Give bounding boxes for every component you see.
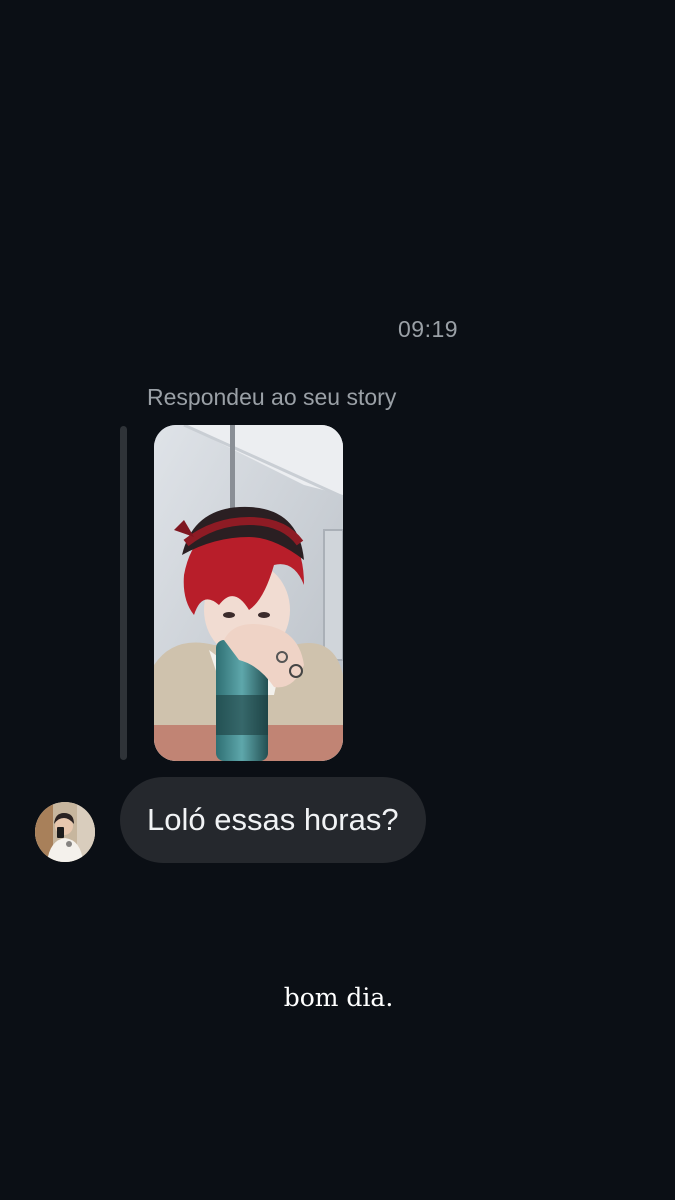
message-timestamp: 09:19	[398, 316, 459, 342]
overlay-caption: bom dia.	[283, 983, 394, 1012]
message-text: Loló essas horas?	[147, 802, 399, 837]
chat-screen: 09:19 Respondeu ao seu story Loló essas …	[0, 0, 675, 1200]
story-thumbnail[interactable]	[154, 425, 343, 761]
sender-avatar[interactable]	[35, 802, 95, 862]
message-bubble[interactable]: Loló essas horas?	[120, 777, 426, 863]
avatar-photo	[35, 802, 95, 862]
story-reply-label: Respondeu ao seu story	[147, 384, 397, 410]
reply-quote-bar	[120, 426, 127, 760]
story-photo	[154, 425, 343, 761]
